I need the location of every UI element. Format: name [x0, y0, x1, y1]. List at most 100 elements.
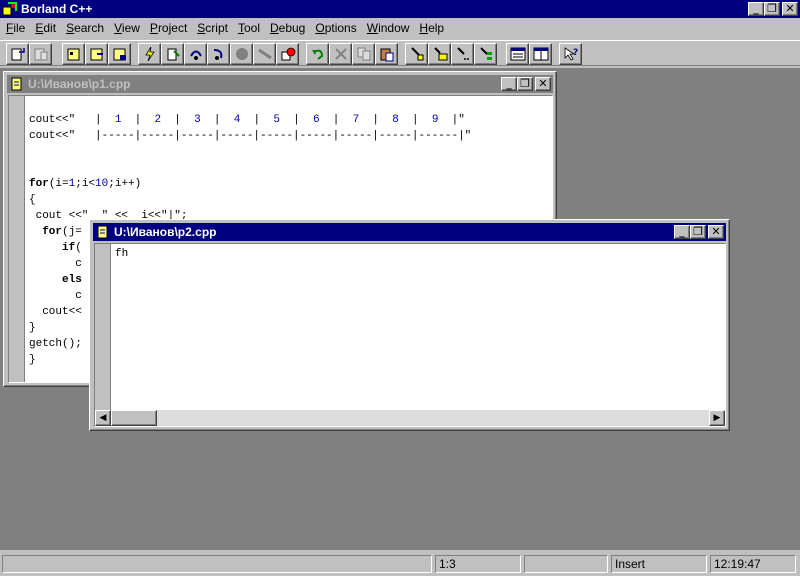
p2-caption-buttons: _ ❐ ✕: [674, 225, 724, 239]
scroll-left-arrow-icon[interactable]: ◀: [95, 410, 111, 426]
menu-help[interactable]: Help: [414, 21, 449, 35]
cut-icon: [334, 48, 347, 60]
run-button[interactable]: [230, 43, 253, 65]
save-project-button[interactable]: [108, 43, 131, 65]
p1-gutter: [9, 96, 25, 382]
menu-options-rest: ptions: [324, 21, 357, 35]
menu-debug[interactable]: Debug: [265, 21, 310, 35]
app-title-bar[interactable]: Borland C++ _ ❐ ✕: [0, 0, 800, 18]
find-next-icon: [456, 47, 469, 60]
menu-tool[interactable]: Tool: [233, 21, 265, 35]
step-over-icon: [189, 50, 202, 60]
context-help-button[interactable]: ?: [559, 43, 582, 65]
replace-icon: [433, 47, 447, 61]
copy-button[interactable]: [352, 43, 375, 65]
app-caption-buttons: _ ❐ ✕: [748, 2, 798, 16]
trace-into-icon: [213, 49, 222, 60]
svg-text:?: ?: [573, 48, 578, 58]
menu-help-accel: H: [419, 21, 429, 35]
breakpoint-icon: [281, 47, 295, 61]
p1-close-button[interactable]: ✕: [535, 77, 551, 91]
menu-project[interactable]: Project: [145, 21, 192, 35]
paste-button[interactable]: [375, 43, 398, 65]
p2-title-bar[interactable]: U:\Иванов\p2.cpp _ ❐ ✕: [93, 223, 726, 241]
toolbar: ?: [0, 40, 800, 66]
p1-minimize-button[interactable]: _: [501, 77, 517, 91]
app-minimize-button[interactable]: _: [748, 2, 764, 16]
open-file-button[interactable]: [6, 43, 29, 65]
stop-icon: [257, 48, 272, 60]
menu-options[interactable]: Options: [310, 21, 361, 35]
save-file-icon: [34, 48, 47, 61]
menu-debug-accel: D: [269, 21, 279, 35]
p1-caption-buttons: _ ❐ ✕: [501, 77, 551, 91]
p2-horizontal-scrollbar[interactable]: ◀ ▶: [95, 410, 725, 426]
menu-script[interactable]: Script: [192, 21, 233, 35]
p2-gutter: [95, 244, 111, 426]
p1-code-line: {: [29, 194, 36, 206]
scroll-right-arrow-icon[interactable]: ▶: [709, 410, 725, 426]
compile-button[interactable]: [161, 43, 184, 65]
p1-title: U:\Иванов\p1.cpp: [28, 77, 131, 91]
p1-code-line: cout<<" |-----|-----|-----|-----|-----|-…: [29, 130, 472, 142]
app-restore-button[interactable]: ❐: [764, 2, 780, 16]
find-button[interactable]: [405, 43, 428, 65]
open-project-button[interactable]: [85, 43, 108, 65]
menu-bar: File Edit Search View Project Script Too…: [0, 18, 800, 38]
p2-code-text: fh: [115, 246, 128, 262]
status-cursor-position: 1:3: [435, 555, 521, 573]
menu-script-rest: cript: [205, 21, 228, 35]
p2-minimize-button[interactable]: _: [674, 225, 690, 239]
find-icon: [410, 47, 423, 61]
copy-icon: [357, 47, 370, 61]
compile-icon: [167, 48, 180, 61]
replace-button[interactable]: [428, 43, 451, 65]
p2-code-editor[interactable]: fh ◀ ▶: [94, 243, 726, 427]
breakpoint-button[interactable]: [276, 43, 299, 65]
menu-file[interactable]: File: [1, 21, 30, 35]
context-help-icon: ?: [564, 47, 578, 61]
borland-app-icon: [2, 2, 17, 16]
p2-close-button[interactable]: ✕: [708, 225, 724, 239]
menu-view-accel: V: [114, 21, 122, 35]
make-icon: [144, 46, 155, 62]
cut-button[interactable]: [329, 43, 352, 65]
p2-title: U:\Иванов\p2.cpp: [114, 225, 217, 239]
menu-help-rest: elp: [428, 21, 445, 35]
trace-into-button[interactable]: [207, 43, 230, 65]
p1-maximize-button[interactable]: ❐: [517, 77, 533, 91]
menu-view[interactable]: View: [109, 21, 145, 35]
undo-button[interactable]: [306, 43, 329, 65]
make-button[interactable]: [138, 43, 161, 65]
save-file-button[interactable]: [29, 43, 52, 65]
window-tile-icon: [510, 47, 525, 61]
p1-code-line: [29, 144, 471, 160]
editor-window-p2[interactable]: U:\Иванов\p2.cpp _ ❐ ✕ fh ◀ ▶: [89, 219, 730, 431]
browse-icon: [479, 47, 492, 60]
status-insert-mode: Insert: [611, 555, 707, 573]
step-over-button[interactable]: [184, 43, 207, 65]
document-icon: [97, 225, 108, 239]
menu-view-rest: iew: [121, 21, 140, 35]
menu-edit[interactable]: Edit: [30, 21, 61, 35]
menu-search-accel: S: [66, 21, 75, 35]
mdi-client-area: U:\Иванов\p1.cpp _ ❐ ✕ cout<<" | 1 | 2 |…: [0, 68, 800, 550]
window-tile-button[interactable]: [506, 43, 529, 65]
stop-button[interactable]: [253, 43, 276, 65]
window-cascade-button[interactable]: [529, 43, 552, 65]
scroll-thumb[interactable]: [111, 410, 157, 426]
app-close-button[interactable]: ✕: [782, 2, 798, 16]
menu-search[interactable]: Search: [61, 21, 109, 35]
browse-button[interactable]: [474, 43, 497, 65]
p1-title-bar[interactable]: U:\Иванов\p1.cpp _ ❐ ✕: [7, 75, 553, 93]
find-next-button[interactable]: [451, 43, 474, 65]
new-project-button[interactable]: [62, 43, 85, 65]
status-bar: 1:3 Insert 12:19:47: [0, 552, 800, 576]
menu-window[interactable]: Window: [362, 21, 415, 35]
status-clock: 12:19:47: [710, 555, 796, 573]
run-icon: [235, 48, 248, 60]
p2-maximize-button[interactable]: ❐: [690, 225, 706, 239]
save-project-icon: [113, 48, 126, 61]
p1-code-line: [29, 96, 471, 112]
p2-code-line: fh: [115, 248, 129, 260]
